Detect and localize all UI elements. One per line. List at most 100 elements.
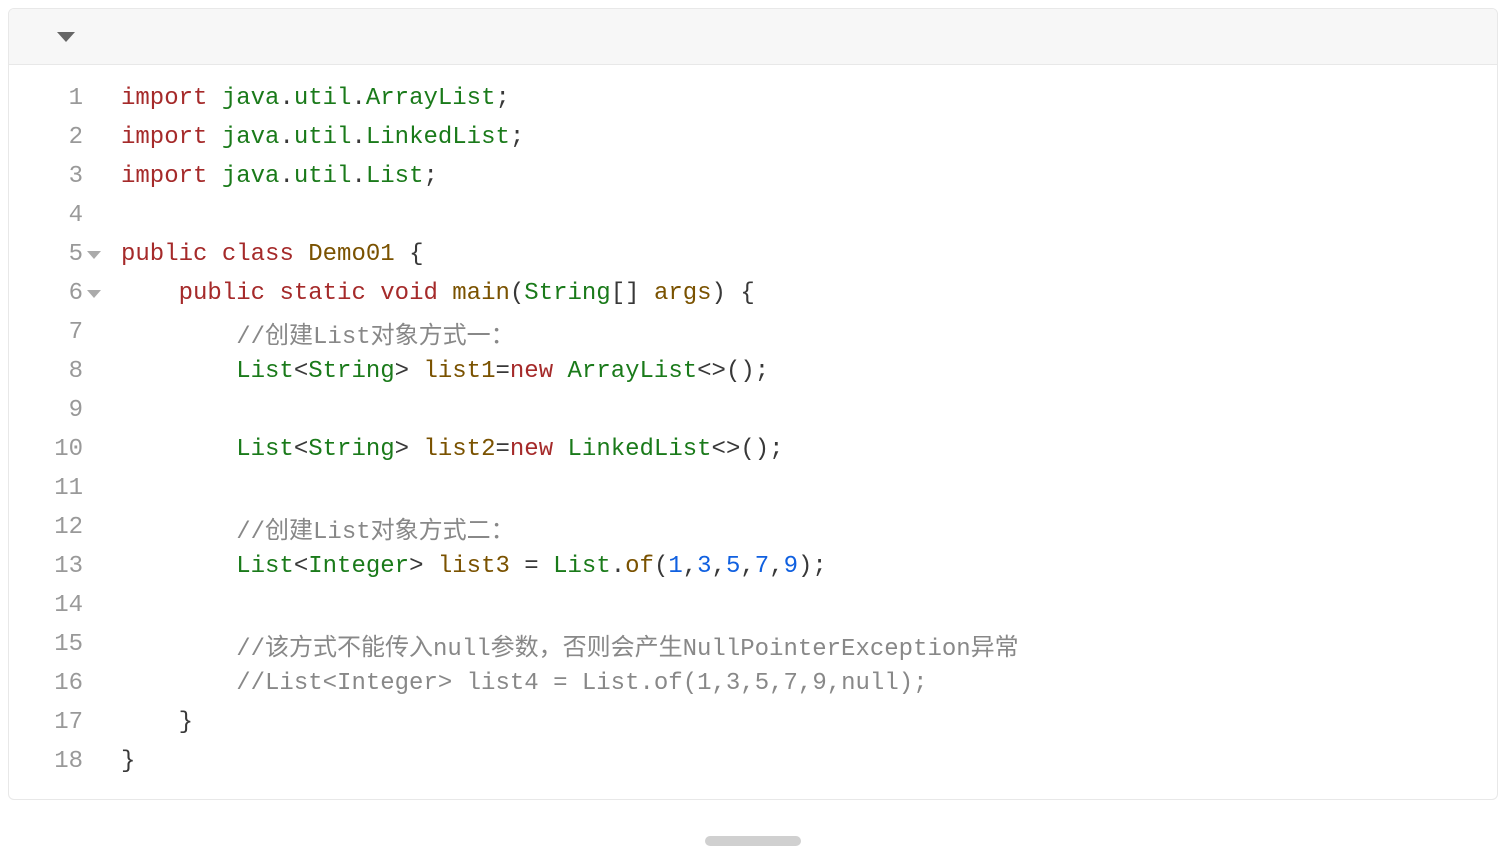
token-comment: //创建List对象方式二：	[236, 510, 514, 546]
token-type: ArrayList	[366, 85, 496, 112]
line-number: 6	[51, 280, 83, 307]
code-line[interactable]: }	[121, 703, 1497, 742]
horizontal-scroll-thumb[interactable]	[705, 836, 801, 846]
token-kw: static	[279, 280, 365, 307]
code-line[interactable]: //该方式不能传入null参数，否则会产生NullPointerExceptio…	[121, 625, 1497, 664]
code-line[interactable]: }	[121, 742, 1497, 781]
token-kw: public	[121, 241, 207, 268]
fold-chevron-down-icon[interactable]	[87, 251, 101, 259]
code-line[interactable]: //创建List对象方式二：	[121, 508, 1497, 547]
token-type: String	[524, 280, 610, 307]
token-comment: //该方式不能传入null参数，否则会产生NullPointerExceptio…	[236, 627, 1018, 663]
token-punct	[121, 319, 236, 346]
token-punct	[553, 358, 567, 385]
token-type: java	[222, 85, 280, 112]
code-line[interactable]: public static void main(String[] args) {	[121, 274, 1497, 313]
editor-toolbar	[9, 9, 1497, 65]
token-punct: <>();	[712, 436, 784, 463]
code-line[interactable]: public class Demo01 {	[121, 235, 1497, 274]
code-line[interactable]: //创建List对象方式一：	[121, 313, 1497, 352]
code-line[interactable]: import java.util.List;	[121, 157, 1497, 196]
token-punct: .	[279, 85, 293, 112]
line-number: 18	[51, 748, 83, 775]
token-num: 9	[784, 553, 798, 580]
line-number: 4	[51, 202, 83, 229]
token-kw: public	[179, 280, 265, 307]
code-line[interactable]: List<String> list1=new ArrayList<>();	[121, 352, 1497, 391]
line-number: 12	[51, 514, 83, 541]
token-punct: .	[279, 124, 293, 151]
token-type: List	[553, 553, 611, 580]
token-type: java	[222, 124, 280, 151]
token-kw: import	[121, 124, 207, 151]
gutter-row: 1	[9, 79, 103, 118]
line-number: 11	[51, 475, 83, 502]
token-type: util	[294, 163, 352, 190]
line-number: 3	[51, 163, 83, 190]
token-type: Integer	[308, 553, 409, 580]
token-punct: >	[395, 358, 424, 385]
line-number: 13	[51, 553, 83, 580]
token-comment: //List<Integer> list4 = List.of(1,3,5,7,…	[236, 670, 927, 697]
token-comment: //创建List对象方式一：	[236, 315, 514, 351]
token-ident: list2	[423, 436, 495, 463]
gutter-row: 7	[9, 313, 103, 352]
token-punct: (	[654, 553, 668, 580]
token-punct: <	[294, 436, 308, 463]
gutter-row: 9	[9, 391, 103, 430]
code-line[interactable]: List<String> list2=new LinkedList<>();	[121, 430, 1497, 469]
token-punct: =	[510, 553, 553, 580]
code-line[interactable]: //List<Integer> list4 = List.of(1,3,5,7,…	[121, 664, 1497, 703]
code-line[interactable]	[121, 586, 1497, 625]
gutter-row: 4	[9, 196, 103, 235]
code-line[interactable]: List<Integer> list3 = List.of(1,3,5,7,9)…	[121, 547, 1497, 586]
code-area[interactable]: 123456789101112131415161718 import java.…	[9, 65, 1497, 799]
token-punct	[294, 241, 308, 268]
token-punct: ;	[510, 124, 524, 151]
token-kw: new	[510, 358, 553, 385]
token-punct	[265, 280, 279, 307]
token-punct: {	[395, 241, 424, 268]
line-number: 16	[51, 670, 83, 697]
code-lines[interactable]: import java.util.ArrayList;import java.u…	[103, 79, 1497, 781]
chevron-down-icon[interactable]	[57, 32, 75, 42]
token-punct: ;	[423, 163, 437, 190]
token-punct	[121, 280, 179, 307]
token-punct: =	[495, 436, 509, 463]
token-type: ArrayList	[568, 358, 698, 385]
line-number: 1	[51, 85, 83, 112]
line-number: 5	[51, 241, 83, 268]
token-type: String	[308, 436, 394, 463]
token-punct: <	[294, 553, 308, 580]
line-number: 9	[51, 397, 83, 424]
token-ident: Demo01	[308, 241, 394, 268]
code-line[interactable]: import java.util.LinkedList;	[121, 118, 1497, 157]
token-num: 7	[755, 553, 769, 580]
token-ident: main	[452, 280, 510, 307]
token-type: List	[236, 553, 294, 580]
token-punct	[121, 436, 236, 463]
token-kw: void	[380, 280, 438, 307]
token-type: List	[366, 163, 424, 190]
code-line[interactable]: import java.util.ArrayList;	[121, 79, 1497, 118]
token-punct: ,	[740, 553, 754, 580]
token-ident: args	[654, 280, 712, 307]
fold-chevron-down-icon[interactable]	[87, 290, 101, 298]
line-number: 17	[51, 709, 83, 736]
token-punct	[207, 85, 221, 112]
token-type: util	[294, 124, 352, 151]
code-line[interactable]	[121, 469, 1497, 508]
code-line[interactable]	[121, 196, 1497, 235]
token-num: 5	[726, 553, 740, 580]
gutter-row: 3	[9, 157, 103, 196]
code-line[interactable]	[121, 391, 1497, 430]
gutter-row: 18	[9, 742, 103, 781]
gutter-row: 14	[9, 586, 103, 625]
token-type: util	[294, 85, 352, 112]
code-editor: 123456789101112131415161718 import java.…	[8, 8, 1498, 800]
gutter-row: 5	[9, 235, 103, 274]
token-type: LinkedList	[366, 124, 510, 151]
token-ident: list1	[423, 358, 495, 385]
token-punct: ,	[712, 553, 726, 580]
gutter-row: 6	[9, 274, 103, 313]
